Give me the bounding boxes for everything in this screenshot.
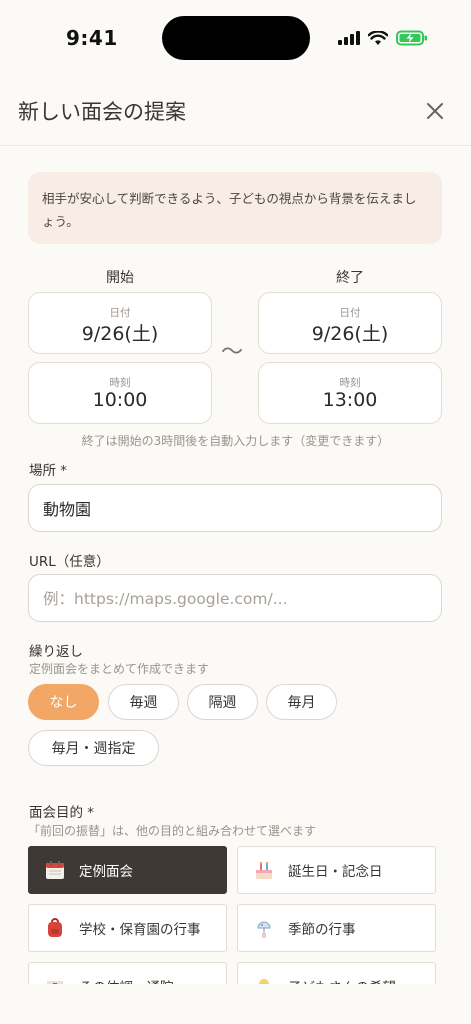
purpose-option-seasonal[interactable]: 季節の行事 [237,904,436,952]
repeat-sub: 定例面会をまとめて作成できます [29,662,210,676]
start-date-value: 9/26(土) [81,323,159,345]
purpose-sub: 「前回の振替」は、他の目的と組み合わせて選べます [28,824,317,838]
system-icons [338,28,428,48]
purpose-option-birthday[interactable]: 誕生日・記念日 [237,846,436,894]
purpose-option-label: 学校・保育園の行事 [79,922,201,938]
location-input[interactable]: 動物園 [28,484,442,532]
end-label: 終了 [336,270,364,286]
purpose-label: 面会目的 * [29,805,95,821]
end-date-value: 9/26(土) [311,323,389,345]
url-input[interactable]: 例：https://maps.google.com/... [28,574,442,622]
purpose-option-school[interactable]: 学校・保育園の行事 [28,904,227,952]
wind-chime-icon [252,916,276,940]
repeat-option-monthly[interactable]: 毎月 [266,684,337,720]
start-label: 開始 [106,270,134,286]
signal-icon [338,31,360,45]
purpose-option-label: 誕生日・記念日 [288,864,383,880]
start-date-caption: 日付 [109,307,131,319]
purpose-option-label: 定例面会 [79,864,133,880]
range-separator: 〜 [221,340,244,365]
end-time-picker[interactable]: 時刻 13:00 [258,362,442,424]
status-bar: 9:41 [0,0,471,76]
modal-header: 新しい面会の提案 [0,76,471,146]
start-time-caption: 時刻 [109,377,131,389]
battery-charging-icon [396,30,427,46]
end-time-caption: 時刻 [339,377,361,389]
end-time-value: 13:00 [322,389,378,411]
url-label: URL（任意） [29,554,110,570]
repeat-label: 繰り返し [29,644,83,660]
start-time-picker[interactable]: 時刻 10:00 [28,362,212,424]
repeat-option-none[interactable]: なし [28,684,99,720]
purpose-option-regular[interactable]: 定例面会 [28,846,227,894]
repeat-option-weekly[interactable]: 毎週 [108,684,179,720]
start-date-picker[interactable]: 日付 9/26(土) [28,292,212,354]
purpose-option-label: 季節の行事 [288,922,356,938]
repeat-option-monthly-week[interactable]: 毎月・週指定 [28,730,159,766]
end-date-picker[interactable]: 日付 9/26(土) [258,292,442,354]
cake-icon [252,858,276,882]
location-label: 場所 * [29,463,68,479]
end-time-helper-text: 終了は開始の3時間後を自動入力します（変更できます） [81,434,390,448]
guidance-notice: 相手が安心して判断できるよう、子どもの視点から背景を伝えましょう。 [28,172,442,244]
bottom-fade [0,984,471,1024]
end-date-caption: 日付 [339,307,361,319]
dynamic-island [162,16,310,60]
repeat-option-biweekly[interactable]: 隔週 [187,684,258,720]
status-time: 9:41 [66,26,118,50]
calendar-icon [43,858,67,882]
close-icon [427,103,443,119]
url-input-placeholder: 例：https://maps.google.com/... [43,590,288,608]
start-time-value: 10:00 [92,389,148,411]
backpack-icon [43,916,67,940]
close-button[interactable] [418,94,452,128]
page-title: 新しい面会の提案 [18,100,186,124]
wifi-icon [368,30,388,45]
location-input-value: 動物園 [43,500,92,519]
